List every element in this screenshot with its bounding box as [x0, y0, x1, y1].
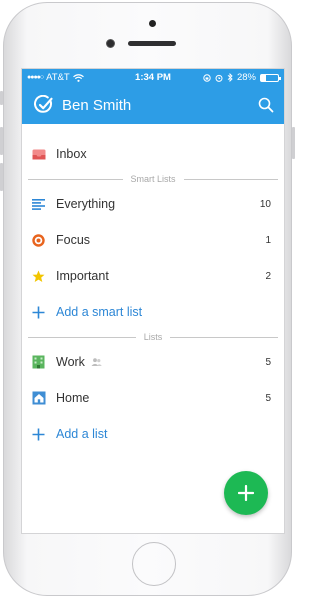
- add-smart-list-label: Add a smart list: [56, 305, 143, 319]
- important-label: Important: [56, 269, 109, 283]
- plus-icon: [30, 426, 47, 443]
- target-icon: [30, 232, 47, 249]
- wifi-icon: [72, 73, 84, 82]
- divider-line: [183, 178, 279, 180]
- everything-count: 10: [259, 198, 271, 210]
- home-button[interactable]: [132, 542, 176, 586]
- building-icon: [30, 354, 47, 371]
- earpiece-speaker: [128, 41, 176, 46]
- volume-up-button: [0, 127, 3, 155]
- checkmark-logo-icon[interactable]: [34, 95, 54, 115]
- alarm-icon: [215, 74, 223, 82]
- battery-level: [261, 74, 266, 81]
- home-label: Home: [56, 391, 90, 405]
- inbox-icon: [30, 146, 47, 163]
- sidebar-item-home[interactable]: Home 5: [22, 380, 284, 416]
- shared-users-icon: [91, 358, 103, 366]
- battery-icon: [260, 73, 281, 82]
- silent-switch: [0, 91, 3, 105]
- work-name: Work: [56, 355, 85, 369]
- plus-icon: [238, 485, 254, 501]
- lists-divider: Lists: [22, 330, 284, 344]
- divider-line: [28, 178, 123, 180]
- everything-label: Everything: [56, 197, 116, 211]
- smart-lists-divider: Smart Lists: [22, 172, 284, 186]
- smart-lists-heading: Smart Lists: [130, 174, 176, 184]
- search-icon[interactable]: [258, 97, 274, 113]
- phone-frame: ●●●●○ AT&T 1:34 PM 28% Ben Smith Inbox S…: [0, 2, 295, 596]
- add-list-button[interactable]: Add a list: [22, 416, 284, 452]
- add-task-fab[interactable]: [224, 471, 268, 515]
- divider-line: [28, 336, 136, 338]
- work-count: 5: [265, 356, 271, 368]
- sidebar-item-important[interactable]: Important 2: [22, 258, 284, 294]
- clock: 1:34 PM: [135, 72, 171, 83]
- lock-rotation-icon: [203, 73, 211, 82]
- house-icon: [30, 390, 47, 407]
- star-icon: [30, 268, 47, 285]
- important-count: 2: [265, 270, 271, 282]
- user-name[interactable]: Ben Smith: [62, 97, 258, 114]
- lines-icon: [30, 196, 47, 213]
- home-count: 5: [265, 392, 271, 404]
- signal-icon: ●●●●○: [27, 74, 44, 81]
- sidebar-item-inbox[interactable]: Inbox: [22, 136, 284, 172]
- add-smart-list-button[interactable]: Add a smart list: [22, 294, 284, 330]
- inbox-label: Inbox: [56, 147, 87, 161]
- focus-label: Focus: [56, 233, 91, 247]
- app-header: Ben Smith: [22, 86, 284, 124]
- front-camera: [106, 39, 115, 48]
- front-sensor: [149, 20, 156, 27]
- power-button: [292, 127, 295, 159]
- status-bar: ●●●●○ AT&T 1:34 PM 28%: [22, 69, 284, 86]
- work-label: Work: [56, 355, 265, 369]
- lists-heading: Lists: [143, 332, 163, 342]
- sidebar-item-everything[interactable]: Everything 10: [22, 186, 284, 222]
- plus-icon: [30, 304, 47, 321]
- app-screen: ●●●●○ AT&T 1:34 PM 28% Ben Smith Inbox S…: [22, 69, 284, 533]
- sidebar-item-focus[interactable]: Focus 1: [22, 222, 284, 258]
- volume-down-button: [0, 163, 3, 191]
- carrier-label: AT&T: [46, 72, 70, 83]
- add-list-label: Add a list: [56, 427, 108, 441]
- bluetooth-icon: [227, 73, 233, 82]
- sidebar-item-work[interactable]: Work 5: [22, 344, 284, 380]
- divider-line: [170, 336, 279, 338]
- focus-count: 1: [265, 234, 271, 246]
- battery-percent: 28%: [236, 72, 256, 83]
